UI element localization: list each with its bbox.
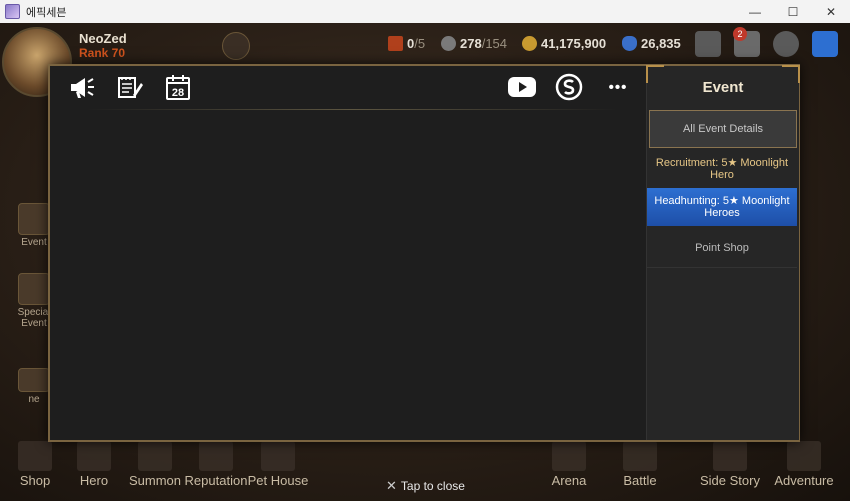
window-title: 에픽세븐 — [26, 6, 67, 19]
panel-header-icons: 28 ••• — [50, 66, 646, 110]
event-column-title: Event — [702, 78, 744, 96]
crystal-icon — [622, 36, 637, 51]
alarm-icon[interactable] — [222, 32, 250, 60]
youtube-icon[interactable] — [506, 73, 538, 101]
maximize-button[interactable]: ☐ — [774, 0, 812, 23]
adventure-icon — [787, 441, 821, 471]
scales-icon — [18, 441, 52, 471]
tap-to-close[interactable]: ✕ Tap to close — [386, 478, 465, 494]
star-card-icon — [18, 273, 50, 305]
close-window-button[interactable]: ✕ — [812, 0, 850, 23]
skystone-counter[interactable]: 278/154 — [441, 36, 507, 51]
minimize-button[interactable]: — — [736, 0, 774, 23]
gold-counter[interactable]: 41,175,900 — [522, 36, 606, 51]
nav-side-story[interactable]: Side Story — [690, 441, 770, 488]
gold-icon — [522, 36, 537, 51]
stamina-counter[interactable]: 0/5 — [388, 36, 425, 51]
battle-icon — [623, 441, 657, 471]
event-item-headhunting[interactable]: Headhunting: 5★ Moonlight Heroes — [647, 188, 797, 226]
chat-icon[interactable] — [773, 31, 799, 57]
sidebar-partial-icon — [18, 368, 50, 392]
event-content-area: 28 ••• — [50, 66, 646, 440]
header-divider — [86, 109, 618, 110]
player-rank: Rank 70 — [79, 46, 126, 60]
shop-cart-icon[interactable] — [695, 31, 721, 57]
book-icon — [713, 441, 747, 471]
arena-icon — [552, 441, 586, 471]
event-list-column: Event All Event Details Recruitment: 5★ … — [646, 65, 800, 440]
close-x-icon: ✕ — [386, 478, 397, 493]
pet-house-icon — [261, 441, 295, 471]
bell-icon — [18, 203, 50, 235]
event-panel: 28 ••• Event All Event Details Recruitme… — [48, 64, 800, 442]
hero-icon — [77, 441, 111, 471]
stamina-icon — [388, 36, 403, 51]
crystal-counter[interactable]: 26,835 — [622, 36, 681, 51]
game-screen: NeoZed Rank 70 0/5 278/154 41,175,900 26… — [0, 23, 850, 501]
megaphone-icon[interactable] — [68, 73, 96, 101]
event-item-point-shop[interactable]: Point Shop — [647, 229, 797, 268]
notes-icon[interactable] — [116, 73, 144, 101]
menu-grid-icon[interactable] — [812, 31, 838, 57]
event-item-all-details[interactable]: All Event Details — [649, 110, 797, 148]
nav-battle[interactable]: Battle — [600, 441, 680, 488]
player-name: NeoZed — [79, 31, 127, 46]
stove-icon[interactable] — [555, 73, 583, 101]
summon-icon — [138, 441, 172, 471]
app-icon — [5, 4, 20, 19]
nav-arena[interactable]: Arena — [529, 441, 609, 488]
window-titlebar: 에픽세븐 — ☐ ✕ — [0, 0, 850, 23]
nav-adventure[interactable]: Adventure — [764, 441, 844, 488]
mail-badge: 2 — [733, 27, 747, 41]
nav-pet-house[interactable]: Pet House — [238, 441, 318, 488]
event-item-recruitment[interactable]: Recruitment: 5★ Moonlight Hero — [647, 150, 797, 188]
calendar-icon[interactable]: 28 — [164, 73, 192, 101]
reputation-icon — [199, 441, 233, 471]
more-icon[interactable]: ••• — [604, 73, 632, 101]
calendar-day: 28 — [172, 87, 184, 99]
skystone-icon — [441, 36, 456, 51]
